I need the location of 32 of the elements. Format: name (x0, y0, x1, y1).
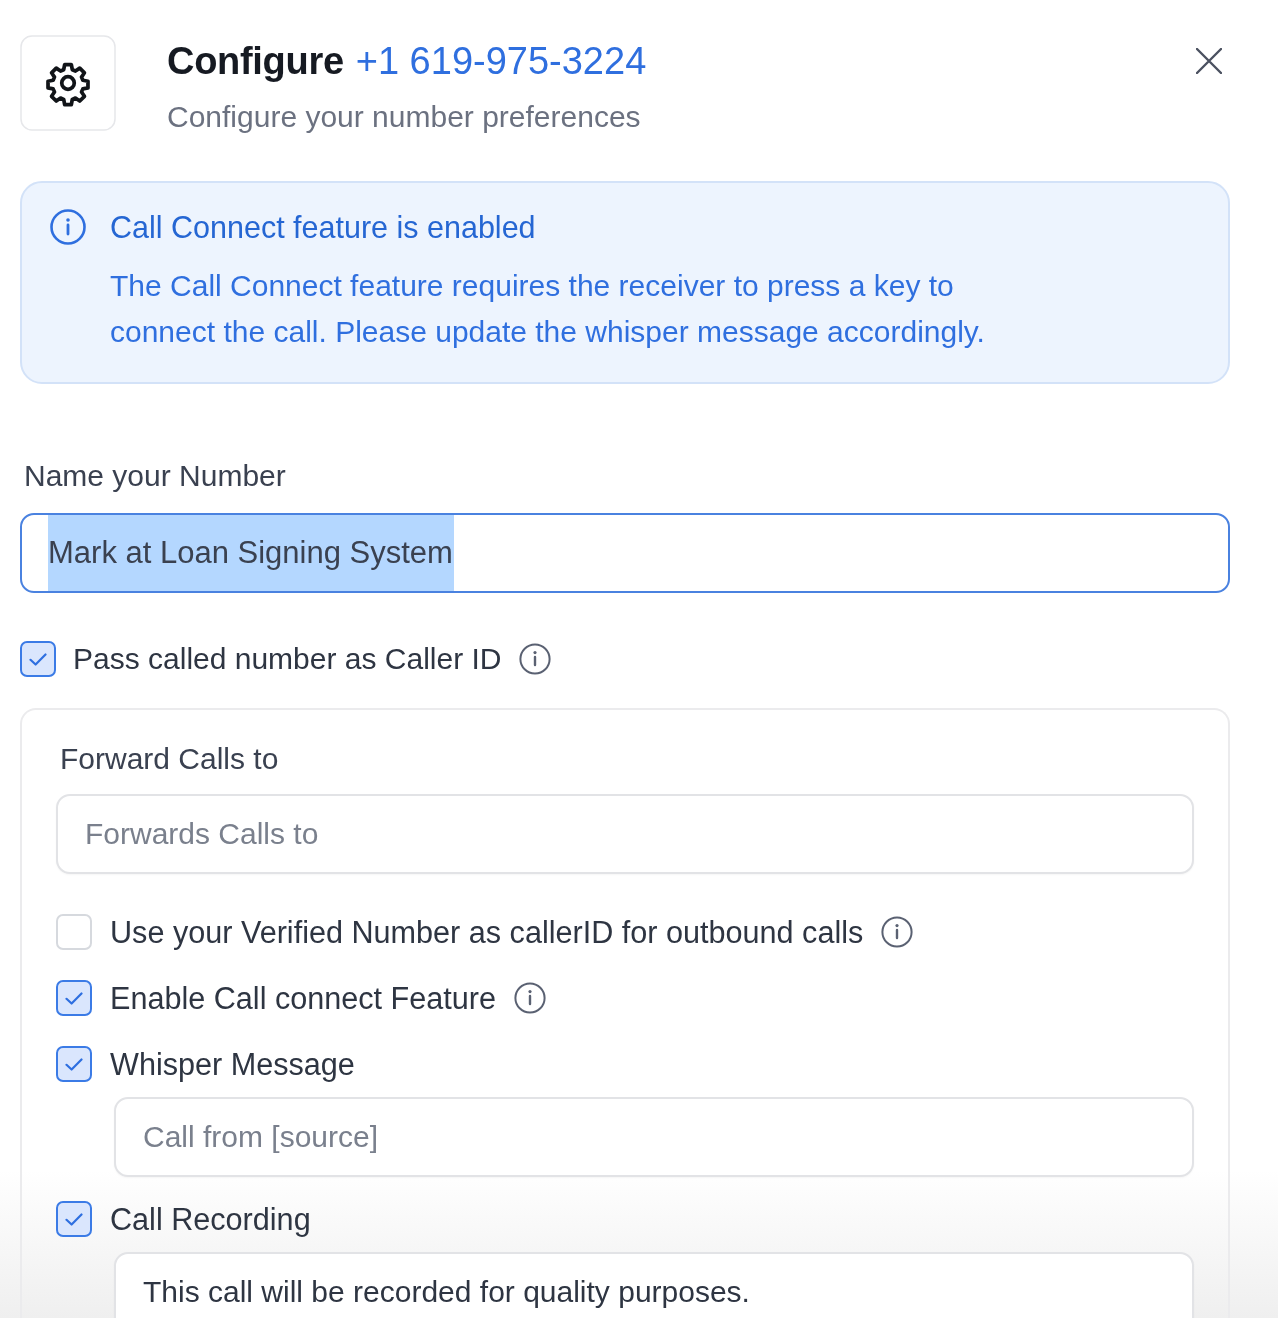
checkmark-icon (65, 991, 83, 1005)
phone-number: +1 619-975-3224 (355, 39, 647, 83)
field-label: Name your Number (24, 461, 287, 491)
checkbox-label: Call Recording (110, 1201, 311, 1237)
info-icon[interactable] (881, 916, 914, 948)
forward-input[interactable]: Forwards Calls to (56, 794, 1194, 874)
close-button[interactable] (1196, 48, 1222, 74)
checkbox[interactable] (56, 980, 92, 1016)
checkmark-icon (29, 652, 47, 666)
input-text: Mark at Loan Signing System (48, 515, 454, 591)
close-icon (1196, 48, 1222, 74)
checkbox-label: Use your Verified Number as callerID for outbound calls (110, 914, 864, 950)
checkbox[interactable] (20, 641, 56, 677)
checkbox-label: Whisper Message (110, 1046, 355, 1082)
field-label: Forward Calls to (60, 744, 280, 774)
checkbox-label: Pass called number as Caller ID (73, 642, 502, 676)
settings-icon (20, 35, 116, 131)
name-input[interactable]: Mark at Loan Signing System (20, 513, 1230, 593)
alert-title: Call Connect feature is enabled (110, 209, 536, 245)
message-input[interactable]: This call will be recorded for quality purposes. (114, 1252, 1194, 1318)
dialog-subtitle: Configure your number preferences (167, 100, 642, 134)
checkmark-icon (65, 1057, 83, 1071)
info-icon[interactable] (518, 643, 551, 675)
info-icon[interactable] (514, 982, 547, 1014)
checkmark-icon (65, 1212, 83, 1226)
alert-message: The Call Connect feature requires the receiver to press a key to connect the call. Please update the whisper message accordingly. (110, 268, 986, 350)
dialog-title: Configure (167, 39, 344, 83)
checkbox[interactable] (56, 1046, 92, 1082)
checkbox-label: Enable Call connect Feature (110, 980, 497, 1016)
message-input[interactable]: Call from [source] (114, 1097, 1194, 1177)
checkbox[interactable] (56, 1201, 92, 1237)
info-icon (50, 209, 86, 245)
